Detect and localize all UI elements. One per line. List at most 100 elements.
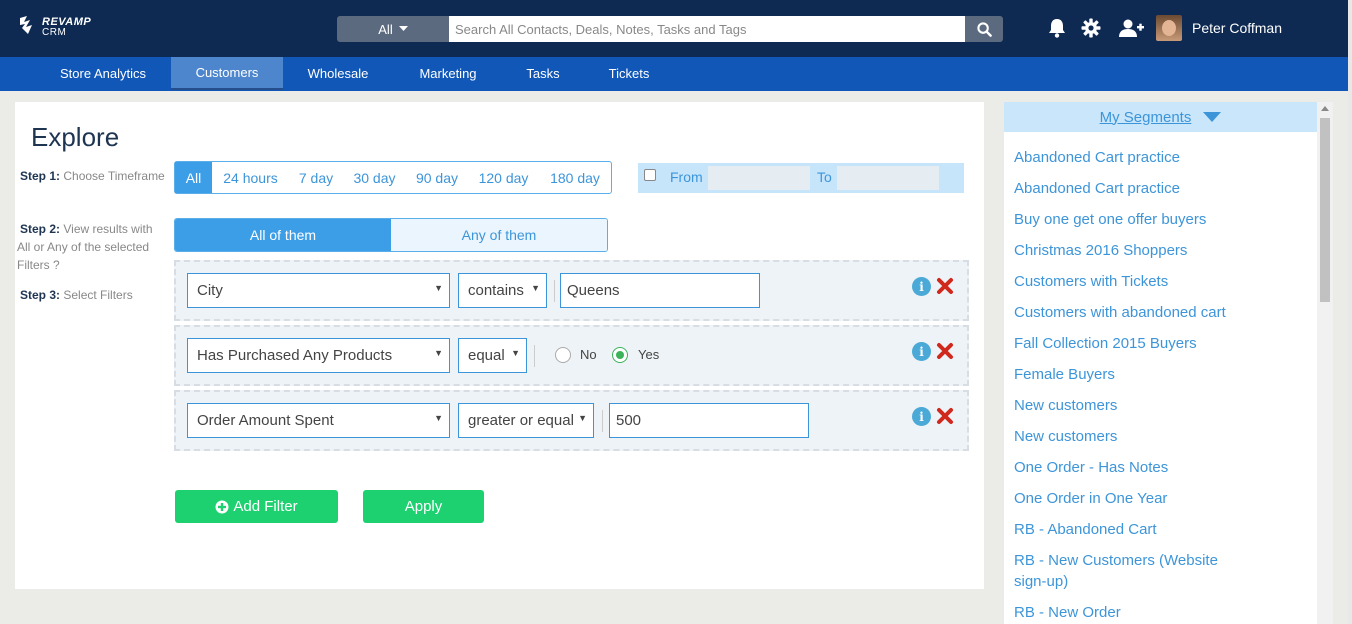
info-icon[interactable]: i — [912, 342, 931, 361]
segment-link[interactable]: Buy one get one offer buyers — [1014, 209, 1244, 230]
caret-down-icon: ▼ — [434, 348, 443, 358]
apply-label: Apply — [404, 498, 443, 515]
match-any-button[interactable]: Any of them — [391, 219, 607, 251]
settings-button[interactable] — [1079, 16, 1103, 40]
bell-icon — [1049, 19, 1065, 38]
scroll-thumb[interactable] — [1320, 118, 1330, 302]
page-title: Explore — [31, 122, 120, 152]
step3-instructions: Step 3: Select Filters — [20, 286, 133, 304]
gear-icon — [1081, 18, 1101, 38]
step3-text: Select Filters — [63, 288, 133, 302]
segment-link[interactable]: Customers with Tickets — [1014, 271, 1244, 292]
from-date-input[interactable] — [708, 166, 810, 190]
segments-title: My Segments — [1099, 108, 1192, 126]
nav-tab-wholesale[interactable]: Wholesale — [297, 57, 379, 90]
plus-circle-icon — [215, 500, 229, 513]
filter-operator-select[interactable]: greater or equal ▼ — [458, 403, 594, 438]
date-range-checkbox[interactable] — [644, 169, 656, 181]
avatar[interactable] — [1156, 15, 1182, 41]
filter-field-select[interactable]: Order Amount Spent ▼ — [187, 403, 450, 438]
step2-instructions: Step 2: View results with All or Any of … — [17, 220, 167, 274]
segment-link[interactable]: One Order in One Year — [1014, 488, 1244, 509]
filter-value-input[interactable]: 500 — [609, 403, 809, 438]
caret-down-icon: ▼ — [578, 413, 587, 423]
segment-link[interactable]: New customers — [1014, 426, 1244, 447]
timeframe-30-day[interactable]: 30 day — [343, 162, 406, 193]
filter-operator-value: contains — [468, 282, 524, 299]
segment-link[interactable]: Female Buyers — [1014, 364, 1244, 385]
filter-operator-value: greater or equal — [468, 412, 574, 429]
scroll-up-arrow-icon[interactable] — [1321, 106, 1329, 111]
timeframe-120-day[interactable]: 120 day — [468, 162, 539, 193]
match-all-button[interactable]: All of them — [175, 219, 391, 251]
custom-date-range: From To — [638, 163, 964, 193]
filter-field-value: City — [197, 282, 223, 299]
caret-down-icon: ▼ — [511, 348, 520, 358]
radio-yes-label: Yes — [638, 347, 660, 362]
segment-link[interactable]: One Order - Has Notes — [1014, 457, 1244, 478]
filter-value-input[interactable]: Queens — [560, 273, 760, 308]
nav-tab-customers[interactable]: Customers — [171, 57, 283, 90]
filter-operator-select[interactable]: contains ▼ — [458, 273, 547, 308]
delete-filter-icon[interactable] — [935, 406, 955, 426]
segment-link[interactable]: Abandoned Cart practice — [1014, 147, 1244, 168]
filter-field-select[interactable]: Has Purchased Any Products ▼ — [187, 338, 450, 373]
nav-tab-tasks[interactable]: Tasks — [517, 57, 569, 90]
search-scope-dropdown[interactable]: All — [337, 16, 449, 42]
timeframe-90-day[interactable]: 90 day — [406, 162, 468, 193]
filter-operator-select[interactable]: equal ▼ — [458, 338, 527, 373]
logo[interactable]: REVAMP CRM — [18, 14, 108, 40]
filter-row: Has Purchased Any Products ▼ equal ▼ No … — [174, 325, 969, 386]
nav-tab-tickets[interactable]: Tickets — [599, 57, 659, 90]
caret-down-icon: ▼ — [434, 413, 443, 423]
filter-field-value: Has Purchased Any Products — [197, 347, 393, 364]
window-edge — [1348, 0, 1352, 624]
segment-link[interactable]: Fall Collection 2015 Buyers — [1014, 333, 1244, 354]
filter-row: City ▼ contains ▼ Queens i — [174, 260, 969, 321]
timeframe-180-day[interactable]: 180 day — [539, 162, 611, 193]
segment-link[interactable]: Customers with abandoned cart — [1014, 302, 1244, 323]
delete-filter-icon[interactable] — [935, 276, 955, 296]
search-input[interactable] — [449, 16, 965, 42]
timeframe-all[interactable]: All — [175, 162, 212, 193]
step1-text: Choose Timeframe — [63, 169, 165, 183]
search-button[interactable] — [965, 16, 1003, 42]
divider — [554, 280, 555, 302]
filter-field-select[interactable]: City ▼ — [187, 273, 450, 308]
notifications-button[interactable] — [1045, 16, 1069, 40]
user-name[interactable]: Peter Coffman — [1192, 20, 1282, 36]
divider — [534, 345, 535, 367]
info-icon[interactable]: i — [912, 407, 931, 426]
apply-button[interactable]: Apply — [363, 490, 484, 523]
delete-filter-icon[interactable] — [935, 341, 955, 361]
add-user-icon — [1119, 19, 1144, 37]
top-bar: REVAMP CRM All Search All Contacts, Deal… — [0, 0, 1352, 57]
info-icon[interactable]: i — [912, 277, 931, 296]
segment-link[interactable]: Christmas 2016 Shoppers — [1014, 240, 1244, 261]
radio-no[interactable] — [555, 347, 571, 363]
nav-tab-store-analytics[interactable]: Store Analytics — [45, 57, 161, 90]
nav-tab-marketing[interactable]: Marketing — [406, 57, 490, 90]
to-date-input[interactable] — [837, 166, 939, 190]
segments-panel: My Segments Abandoned Cart practice Aban… — [1004, 102, 1317, 624]
segment-link[interactable]: Abandoned Cart practice — [1014, 178, 1244, 199]
segment-link[interactable]: RB - New Order — [1014, 602, 1244, 623]
segment-link[interactable]: RB - New Customers (Website sign-up) — [1014, 550, 1244, 592]
add-user-button[interactable] — [1117, 16, 1145, 40]
explore-panel: Explore Step 1: Choose Timeframe All 24 … — [15, 102, 984, 589]
match-mode-toggle: All of them Any of them — [174, 218, 608, 252]
caret-down-icon: ▼ — [531, 283, 540, 293]
segments-header[interactable]: My Segments — [1004, 102, 1317, 132]
segment-link[interactable]: New customers — [1014, 395, 1244, 416]
to-label: To — [817, 169, 832, 185]
radio-yes[interactable] — [612, 347, 628, 363]
timeframe-7-day[interactable]: 7 day — [289, 162, 343, 193]
add-filter-button[interactable]: Add Filter — [175, 490, 338, 523]
segment-link[interactable]: RB - Abandoned Cart — [1014, 519, 1244, 540]
search-icon — [976, 21, 992, 37]
caret-down-icon — [1203, 112, 1222, 122]
timeframe-24-hours[interactable]: 24 hours — [212, 162, 289, 193]
timeframe-selector: All 24 hours 7 day 30 day 90 day 120 day… — [174, 161, 612, 194]
filter-field-value: Order Amount Spent — [197, 412, 334, 429]
segments-scrollbar[interactable] — [1317, 102, 1333, 624]
